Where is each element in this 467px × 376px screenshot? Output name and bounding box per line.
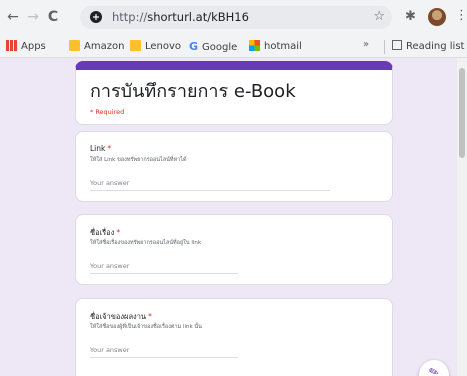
question-label: ชื่อเจ้าของผลงาน * <box>90 311 152 323</box>
reload-icon[interactable]: C <box>46 9 60 25</box>
bookmark-amazon-label: Amazon <box>84 41 125 52</box>
question-card-title: ชื่อเรื่อง * ให้ใส่ชื่อเรื่องของทรัพยากรอ… <box>75 214 393 285</box>
folder-icon <box>130 40 141 51</box>
site-info-icon[interactable] <box>89 10 103 24</box>
question-card-link: Link * ให้ใส่ Link ของทรัพยากรออนไลน์ที่ห… <box>75 131 393 202</box>
answer-input-link[interactable]: Your answer <box>90 179 330 191</box>
url-scheme: http:// <box>112 10 148 24</box>
browser-toolbar: ← → C http://shorturl.at/kBH16 ☆ ✱ ⋮ <box>0 0 467 35</box>
scrollbar-thumb[interactable] <box>459 68 465 158</box>
bookmarks-bar: Apps Amazon Lenovo G Google hotmail » Rea… <box>0 35 467 58</box>
bookmark-lenovo[interactable]: Lenovo <box>130 39 181 54</box>
url-host: shorturl.at/kBH16 <box>147 10 249 24</box>
bookmark-hotmail-label: hotmail <box>264 41 302 52</box>
back-arrow-icon[interactable]: ← <box>6 9 20 25</box>
forward-arrow-icon[interactable]: → <box>26 9 40 25</box>
question-label-text: Link <box>90 144 106 153</box>
bookmarks-overflow-icon[interactable]: » <box>363 39 369 50</box>
question-help-text: ให้ใส่ชื่อของผู้ที่เป็นเจ้าของชื่อเรื่อง… <box>90 324 202 330</box>
question-label-text: ชื่อเจ้าของผลงาน <box>90 312 147 321</box>
bookmark-star-icon[interactable]: ☆ <box>373 9 385 24</box>
question-help-text: ให้ใส่ Link ของทรัพยากรออนไลน์ที่หาได้ <box>90 157 187 163</box>
url-text: http://shorturl.at/kBH16 <box>112 10 249 24</box>
bookmark-google-label: Google <box>202 42 238 53</box>
question-help-text: ให้ใส่ชื่อเรื่องของทรัพยากรออนไลน์ที่อยู… <box>90 240 202 246</box>
bookmarks-divider <box>384 40 385 54</box>
page-scrollbar[interactable] <box>457 58 467 376</box>
answer-input-owner[interactable]: Your answer <box>90 346 238 358</box>
required-asterisk: * <box>116 228 121 237</box>
reading-list-label: Reading list <box>406 41 465 52</box>
question-label: ชื่อเรื่อง * <box>90 227 120 239</box>
form-header-card: การบันทึกรายการ e-Book * Required <box>75 61 393 125</box>
question-label-text: ชื่อเรื่อง <box>90 228 115 237</box>
required-asterisk: * <box>148 312 152 321</box>
google-icon: G <box>189 40 199 53</box>
bookmark-apps-label: Apps <box>21 41 46 52</box>
bookmark-amazon[interactable]: Amazon <box>69 39 124 54</box>
folder-icon <box>69 40 80 51</box>
bookmark-hotmail[interactable]: hotmail <box>249 39 302 54</box>
bookmark-lenovo-label: Lenovo <box>145 41 182 52</box>
reading-list-button[interactable]: Reading list <box>392 39 464 54</box>
answer-input-title[interactable]: Your answer <box>90 262 238 274</box>
apps-grid-icon <box>6 40 17 51</box>
question-card-owner: ชื่อเจ้าของผลงาน * ให้ใส่ชื่อของผู้ที่เป็… <box>75 298 393 376</box>
required-note: * Required <box>90 108 125 116</box>
bookmark-google[interactable]: G Google <box>189 39 237 54</box>
extensions-icon[interactable]: ✱ <box>405 9 416 24</box>
question-label: Link * <box>90 144 111 153</box>
pencil-icon: ✎ <box>426 363 442 376</box>
profile-avatar[interactable] <box>428 8 446 26</box>
required-asterisk: * <box>107 144 112 153</box>
microsoft-icon <box>249 40 260 51</box>
reading-list-icon <box>392 40 402 50</box>
browser-menu-icon[interactable]: ⋮ <box>455 8 467 23</box>
edit-fab-button[interactable]: ✎ <box>419 360 449 376</box>
form-title: การบันทึกรายการ e-Book <box>90 81 296 102</box>
bookmark-apps[interactable]: Apps <box>6 39 46 54</box>
address-bar[interactable]: http://shorturl.at/kBH16 ☆ <box>80 6 392 29</box>
